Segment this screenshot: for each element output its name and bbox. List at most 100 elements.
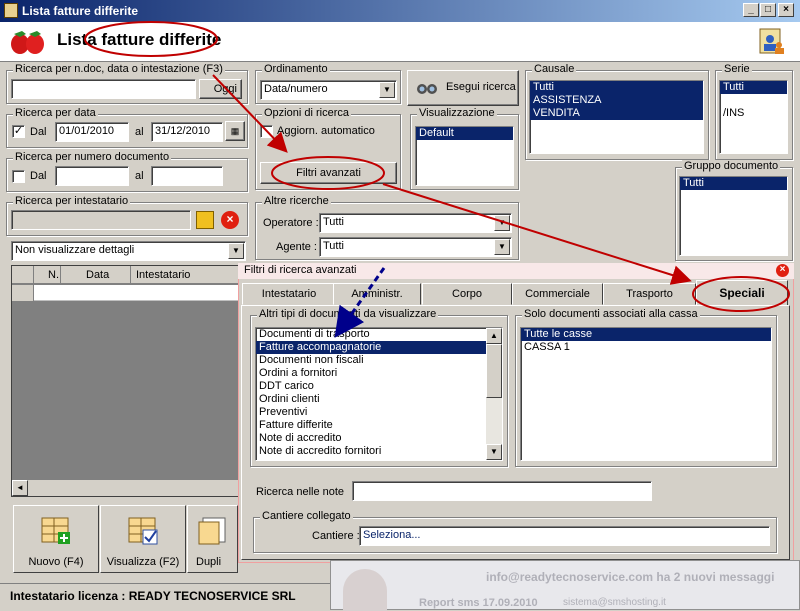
list-item[interactable]: Tutti <box>680 177 787 190</box>
list-item[interactable]: Note di accredito <box>256 432 502 445</box>
column-header[interactable]: Data <box>86 269 109 281</box>
auto-update-checkbox[interactable] <box>260 125 273 138</box>
new-document-icon <box>41 517 70 544</box>
panel-close-icon[interactable]: × <box>776 264 789 277</box>
operator-label: Operatore : <box>263 217 319 229</box>
document-group-list[interactable]: Tutti <box>679 176 788 256</box>
license-holder-text: Intestatario licenza : READY TECNOSERVIC… <box>10 589 296 603</box>
view-legend: Visualizzazione <box>417 107 497 119</box>
list-item[interactable]: Note di accredito fornitori <box>256 445 502 458</box>
number-from-input[interactable] <box>55 166 129 186</box>
series-list[interactable]: Tutti /INS <box>719 80 788 154</box>
list-item[interactable]: Tutti <box>530 81 703 94</box>
calendar-icon[interactable]: ▦ <box>225 121 245 141</box>
scroll-thumb[interactable] <box>486 344 502 398</box>
tab-commerciale[interactable]: Commerciale <box>512 283 603 305</box>
list-item[interactable]: Documenti di trasporto <box>256 328 502 341</box>
tab-amministr[interactable]: Amministr. <box>333 283 421 305</box>
other-doc-types-legend: Altri tipi di documenti da visualizzare <box>257 308 439 320</box>
notes-search-input[interactable] <box>352 481 652 501</box>
scroll-down-icon[interactable]: ▼ <box>486 444 502 460</box>
list-item[interactable]: Tutte le casse <box>521 328 771 341</box>
other-searches-legend: Altre ricerche <box>262 195 331 207</box>
list-item[interactable]: Ordini clienti <box>256 393 502 406</box>
list-item[interactable] <box>720 94 787 107</box>
holder-input[interactable] <box>11 210 191 230</box>
panel-title: Filtri di ricerca avanzati <box>244 264 357 276</box>
doc-types-scrollbar[interactable]: ▲ ▼ <box>486 328 502 460</box>
search-ndoc-input[interactable] <box>11 79 196 99</box>
cash-docs-legend: Solo documenti associati alla cassa <box>522 308 700 320</box>
list-item[interactable]: Tutti <box>720 81 787 94</box>
users-icon[interactable] <box>758 27 786 57</box>
minimize-button[interactable]: _ <box>743 3 759 17</box>
agent-label: Agente : <box>276 241 317 253</box>
execute-search-button[interactable]: Esegui ricerca <box>407 70 519 106</box>
new-button[interactable]: Nuovo (F4) <box>13 505 99 573</box>
chevron-down-icon[interactable]: ▼ <box>379 82 395 98</box>
list-item[interactable]: Default <box>416 127 513 140</box>
notification-message: info@readytecnoservice.com ha 2 nuovi me… <box>486 570 775 584</box>
advanced-filters-button[interactable]: Filtri avanzati <box>260 162 397 184</box>
list-item[interactable]: ASSISTENZA <box>530 94 703 107</box>
tab-corpo[interactable]: Corpo <box>422 283 512 305</box>
site-legend: Cantiere collegato <box>260 510 353 522</box>
window-titlebar[interactable]: Lista fatture differite _ □ × <box>0 0 800 22</box>
operator-select[interactable]: Tutti ▼ <box>319 213 512 233</box>
ordering-select[interactable]: Data/numero ▼ <box>260 80 397 100</box>
notification-subject: Report sms 17.09.2010 <box>419 597 538 609</box>
table-hscrollbar[interactable]: ◄ <box>12 480 242 496</box>
maximize-button[interactable]: □ <box>760 3 776 17</box>
tab-intestatario[interactable]: Intestatario <box>242 283 336 305</box>
chevron-down-icon[interactable]: ▼ <box>494 215 510 231</box>
site-select-input[interactable]: Seleziona... <box>359 526 770 546</box>
date-from-input[interactable]: 01/01/2010 <box>55 122 129 142</box>
agent-select[interactable]: Tutti ▼ <box>319 237 512 257</box>
duplicate-button[interactable]: Dupli <box>187 505 238 573</box>
scroll-left-icon[interactable]: ◄ <box>12 480 28 496</box>
date-dal-checkbox[interactable]: ✓ <box>12 125 25 138</box>
date-to-input[interactable]: 31/12/2010 <box>151 122 223 142</box>
close-button[interactable]: × <box>778 3 794 17</box>
list-item[interactable]: CASSA 1 <box>521 341 771 354</box>
details-select[interactable]: Non visualizzare dettagli ▼ <box>11 241 246 261</box>
doc-types-list[interactable]: Documenti di trasporto Fatture accompagn… <box>255 327 503 461</box>
list-item[interactable]: DDT carico <box>256 380 502 393</box>
list-item[interactable]: Fatture accompagnatorie <box>256 341 502 354</box>
details-select-value: Non visualizzare dettagli <box>15 244 135 256</box>
app-icon <box>4 3 18 18</box>
list-item[interactable]: Fatture differite <box>256 419 502 432</box>
search-date-legend: Ricerca per data <box>13 107 98 119</box>
chevron-down-icon[interactable]: ▼ <box>228 243 244 259</box>
notification-sender: sistema@smshosting.it <box>563 597 666 608</box>
chevron-down-icon[interactable]: ▼ <box>494 239 510 255</box>
number-dal-checkbox[interactable] <box>12 170 25 183</box>
list-item[interactable]: Ordini a fornitori <box>256 367 502 380</box>
view-list[interactable]: Default <box>415 126 514 186</box>
new-button-label: Nuovo (F4) <box>28 556 84 568</box>
number-to-input[interactable] <box>151 166 223 186</box>
site-label: Cantiere : <box>312 530 360 542</box>
notification-popup[interactable]: info@readytecnoservice.com ha 2 nuovi me… <box>330 560 800 611</box>
list-item[interactable]: /INS <box>720 107 787 120</box>
results-table[interactable]: N. Data Intestatario ◄ <box>11 265 243 497</box>
scroll-up-icon[interactable]: ▲ <box>486 328 502 344</box>
tab-trasporto[interactable]: Trasporto <box>603 283 696 305</box>
list-item[interactable]: Preventivi <box>256 406 502 419</box>
number-dal-label: Dal <box>30 170 47 182</box>
column-header[interactable]: N. <box>48 269 59 281</box>
list-item[interactable]: Documenti non fiscali <box>256 354 502 367</box>
causal-list[interactable]: Tutti ASSISTENZA VENDITA <box>529 80 704 154</box>
view-button-label: Visualizza (F2) <box>106 556 180 568</box>
number-al-label: al <box>135 170 144 182</box>
table-header: N. Data Intestatario <box>12 266 242 284</box>
column-header[interactable]: Intestatario <box>136 269 190 281</box>
tab-speciali[interactable]: Speciali <box>696 280 788 306</box>
cash-list[interactable]: Tutte le casse CASSA 1 <box>520 327 772 461</box>
folder-icon[interactable] <box>196 211 214 229</box>
list-item[interactable]: VENDITA <box>530 107 703 120</box>
clear-icon[interactable]: × <box>221 211 239 229</box>
today-button[interactable]: Oggi <box>199 79 242 99</box>
table-row[interactable] <box>12 285 242 301</box>
view-button[interactable]: Visualizza (F2) <box>100 505 186 573</box>
